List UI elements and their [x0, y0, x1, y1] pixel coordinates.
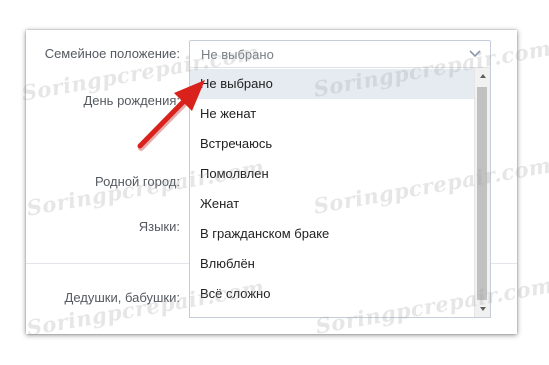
family-status-dropdown: Не выбрано Не женат Встречаюсь Помолвлен…	[189, 67, 491, 318]
family-status-current-value: Не выбрано	[201, 47, 274, 62]
dropdown-option[interactable]: Влюблён	[190, 249, 474, 279]
scroll-down-arrow-icon[interactable]	[475, 301, 490, 317]
chevron-down-icon[interactable]	[468, 48, 482, 60]
languages-label: Языки:	[138, 219, 180, 234]
dropdown-option[interactable]: Не выбрано	[190, 69, 474, 99]
screen: Семейное положение: День рождения: Родно…	[0, 0, 549, 365]
grandparents-label: Дедушки, бабушки:	[64, 290, 180, 305]
hometown-label: Родной город:	[95, 174, 180, 189]
dropdown-option[interactable]: Помолвлен	[190, 159, 474, 189]
scroll-up-arrow-icon[interactable]	[475, 68, 490, 84]
edit-profile-panel: Семейное положение: День рождения: Родно…	[26, 30, 517, 334]
dropdown-option[interactable]: Всё сложно	[190, 279, 474, 309]
dropdown-scrollbar[interactable]	[474, 68, 490, 317]
family-status-select[interactable]: Не выбрано	[189, 40, 491, 68]
dropdown-option[interactable]: В гражданском браке	[190, 219, 474, 249]
dropdown-option[interactable]: Женат	[190, 189, 474, 219]
family-status-label: Семейное положение:	[44, 46, 180, 61]
scrollbar-thumb[interactable]	[477, 87, 487, 300]
dropdown-option[interactable]: Не женат	[190, 99, 474, 129]
dropdown-option[interactable]: Встречаюсь	[190, 129, 474, 159]
birthday-label: День рождения:	[83, 93, 180, 108]
